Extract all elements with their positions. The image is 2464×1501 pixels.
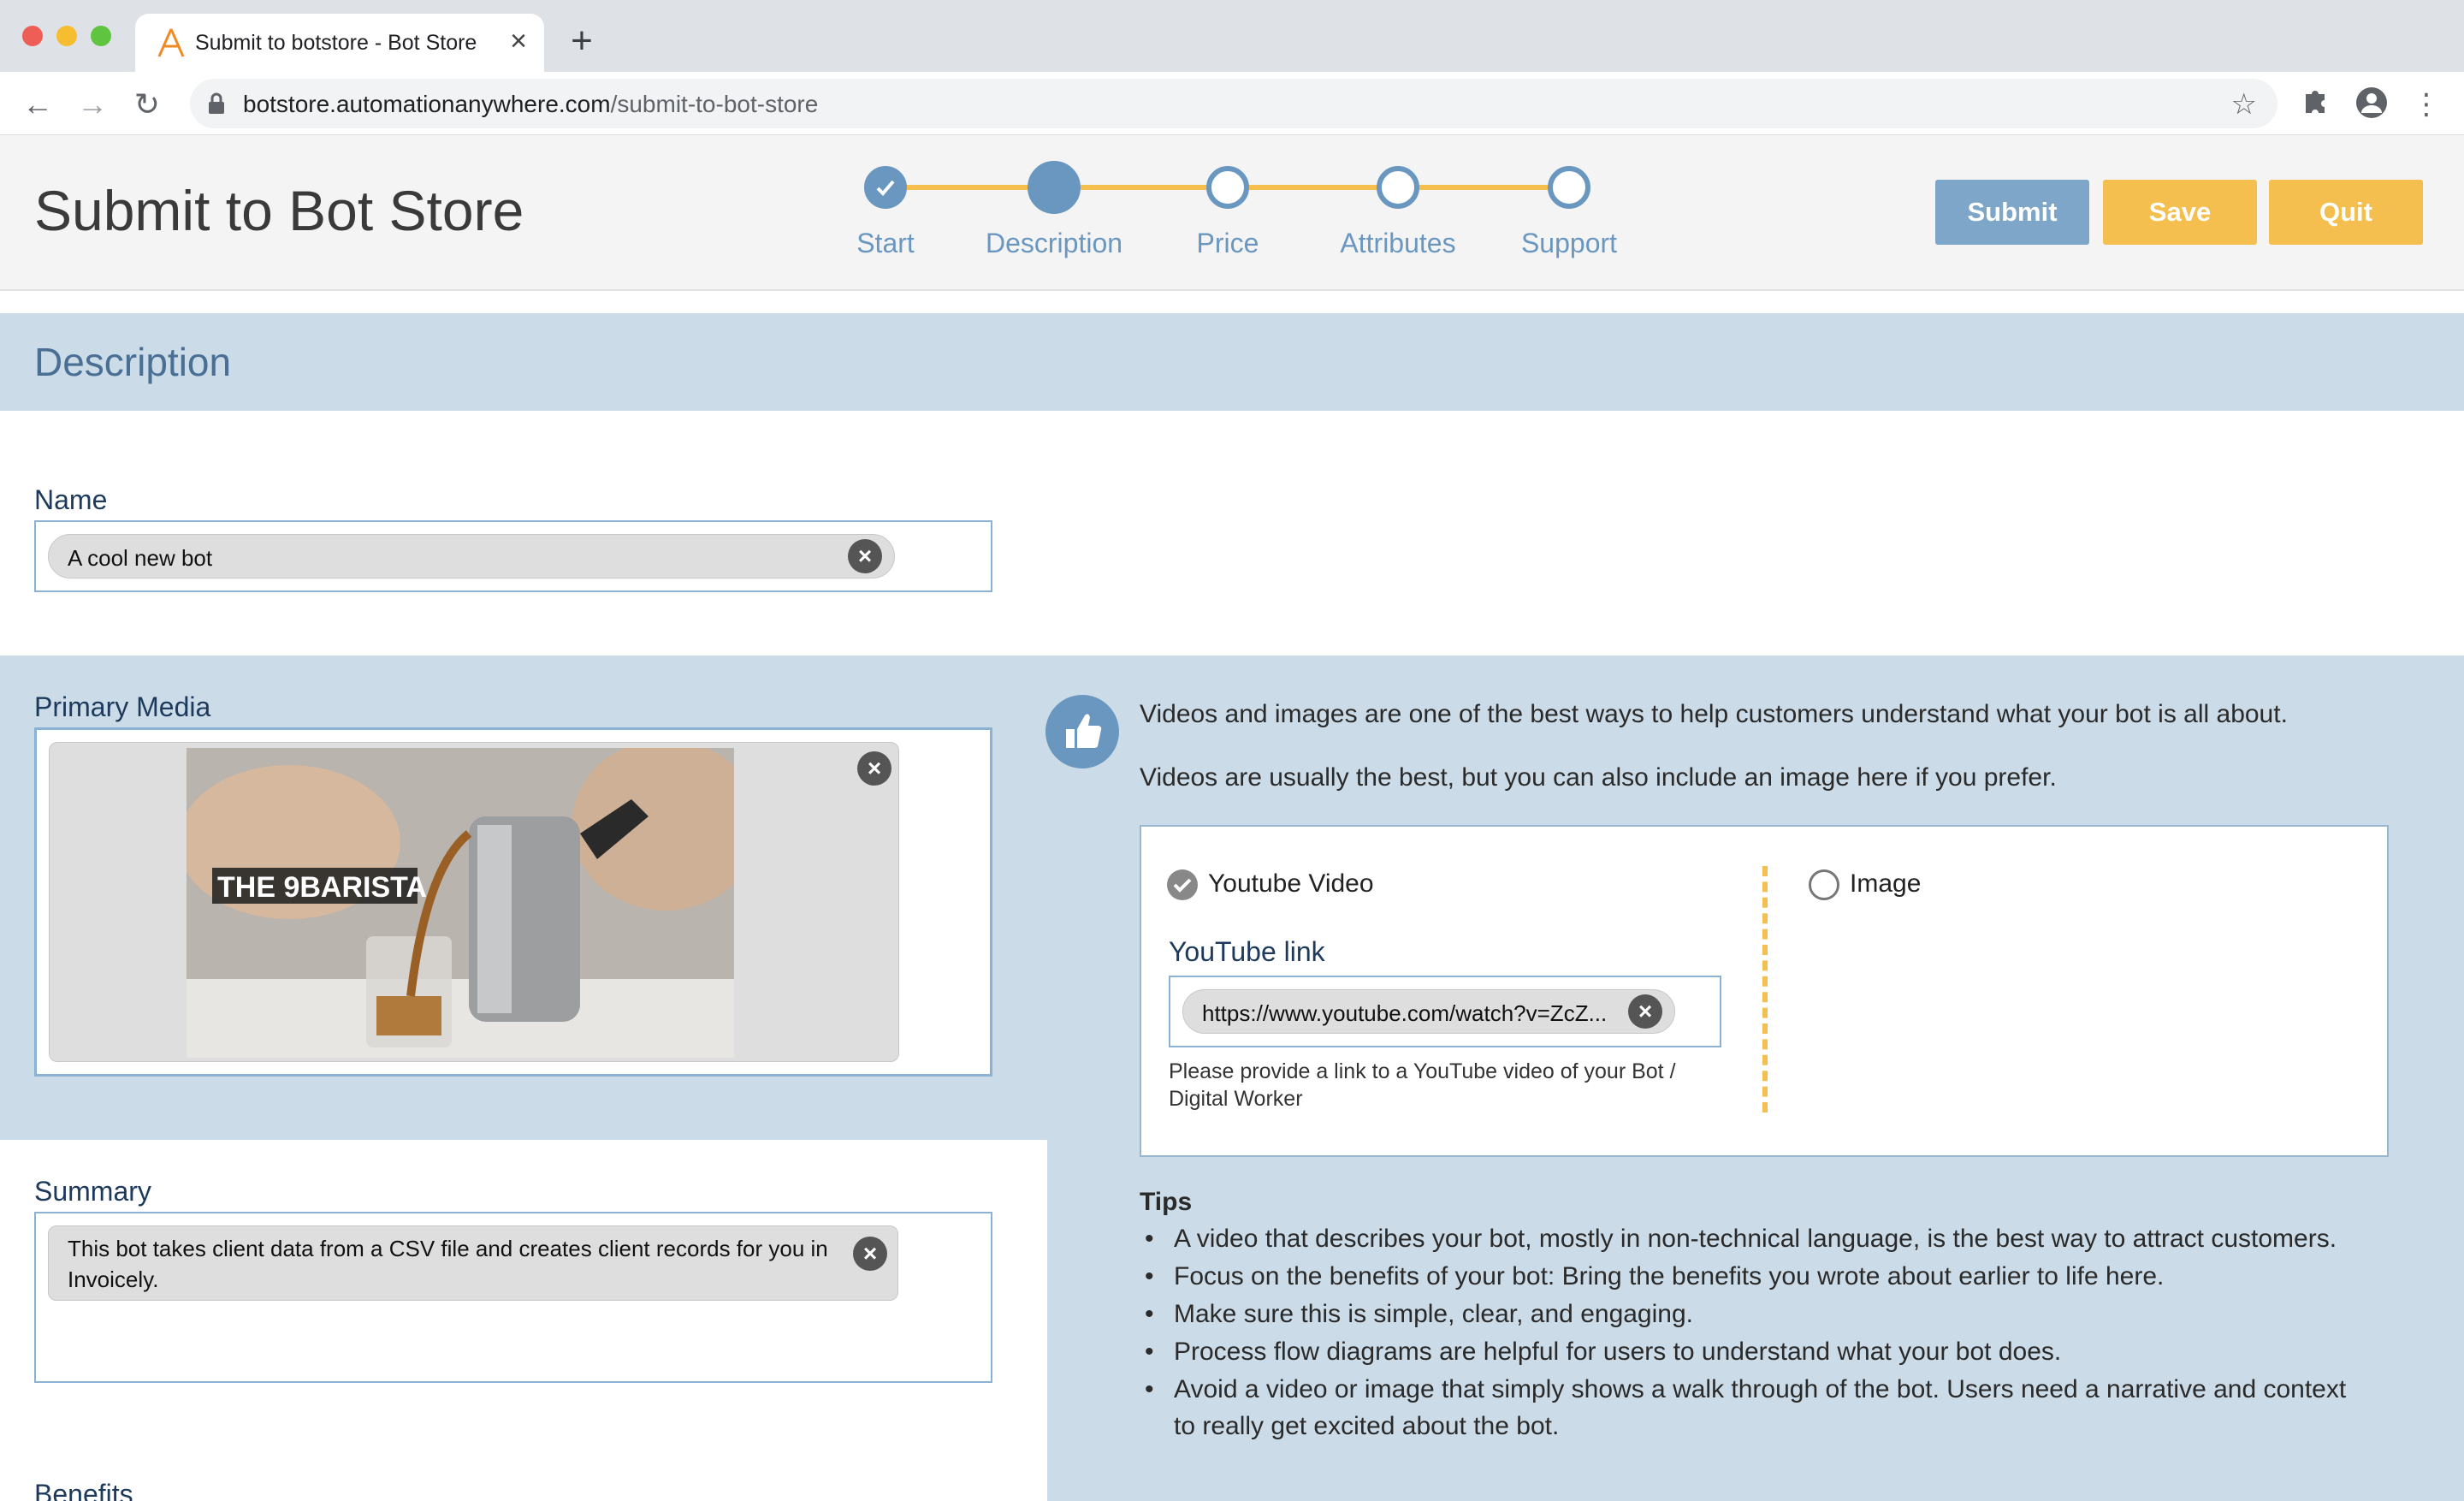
profile-avatar-icon[interactable] [2353, 86, 2390, 123]
tips-title: Tips [1140, 1188, 1193, 1216]
clear-name-icon[interactable]: × [848, 539, 882, 573]
maximize-window-button[interactable] [91, 26, 111, 46]
summary-label: Summary [34, 1176, 151, 1207]
tips-list: A video that describes your bot, mostly … [1140, 1220, 2440, 1409]
address-bar[interactable]: botstore.automationanywhere.com/submit-t… [190, 79, 2277, 128]
summary-value-line1: This bot takes client data from a CSV fi… [68, 1236, 828, 1261]
media-help-line2: Videos are usually the best, but you can… [1140, 763, 2057, 792]
summary-value-chip[interactable]: This bot takes client data from a CSV fi… [48, 1225, 898, 1301]
extensions-puzzle-icon[interactable] [2296, 86, 2334, 123]
youtube-link-hint-line2: Digital Worker [1169, 1087, 1303, 1111]
name-field: A cool new bot × [34, 520, 992, 592]
step-support-indicator[interactable] [1548, 166, 1590, 209]
tip-item: Focus on the benefits of your bot: Bring… [1140, 1258, 2440, 1296]
option-divider [1762, 866, 1768, 1112]
submit-button[interactable]: Submit [1935, 180, 2089, 245]
browser-toolbar: ← → ↻ botstore.automationanywhere.com/su… [0, 72, 2464, 135]
tip-item: Process flow diagrams are helpful for us… [1140, 1333, 2440, 1371]
clear-youtube-link-icon[interactable]: × [1628, 994, 1662, 1029]
media-type-panel: Youtube Video YouTube link https://www.y… [1140, 825, 2389, 1157]
step-attributes-indicator[interactable] [1377, 166, 1419, 209]
remove-media-icon[interactable]: × [857, 751, 891, 786]
step-label-description[interactable]: Description [986, 228, 1122, 259]
save-button[interactable]: Save [2103, 180, 2257, 245]
tip-item: Avoid a video or image that simply shows… [1140, 1371, 2440, 1409]
section-header: Description [0, 313, 2464, 411]
close-window-button[interactable] [22, 26, 43, 46]
thumbs-up-icon [1045, 695, 1119, 768]
page-title: Submit to Bot Store [34, 179, 524, 242]
step-label-attributes[interactable]: Attributes [1340, 228, 1455, 259]
youtube-video-option-label[interactable]: Youtube Video [1208, 869, 1374, 899]
quit-button[interactable]: Quit [2269, 180, 2423, 245]
tip-item: Make sure this is simple, clear, and eng… [1140, 1296, 2440, 1333]
back-arrow-icon[interactable]: ← [19, 86, 56, 123]
step-price-indicator[interactable] [1206, 166, 1249, 209]
tab-close-icon[interactable]: × [503, 26, 534, 56]
youtube-link-value: https://www.youtube.com/watch?v=ZcZ... [1202, 1000, 1608, 1026]
summary-value-line2: Invoicely. [68, 1267, 159, 1292]
forward-arrow-icon[interactable]: → [74, 86, 111, 123]
clear-summary-icon[interactable]: × [853, 1237, 887, 1271]
youtube-link-label: YouTube link [1169, 936, 1325, 967]
new-tab-icon[interactable]: + [565, 22, 599, 60]
primary-media-field: THE 9BARISTA × [34, 727, 992, 1077]
youtube-link-chip[interactable]: https://www.youtube.com/watch?v=ZcZ... × [1182, 989, 1675, 1034]
media-preview-card: THE 9BARISTA × [49, 742, 899, 1062]
step-label-price[interactable]: Price [1197, 228, 1259, 259]
youtube-link-field: https://www.youtube.com/watch?v=ZcZ... × [1169, 976, 1721, 1047]
url-text: botstore.automationanywhere.com/submit-t… [243, 91, 819, 117]
step-description-indicator[interactable] [1028, 161, 1081, 214]
tip-item: A video that describes your bot, mostly … [1140, 1220, 2440, 1258]
bookmark-star-icon[interactable]: ☆ [2231, 87, 2257, 122]
image-option-label[interactable]: Image [1850, 869, 1921, 899]
youtube-link-hint-line1: Please provide a link to a YouTube video… [1169, 1059, 1676, 1083]
browser-tab[interactable]: Submit to botstore - Bot Store × [135, 14, 544, 72]
video-thumbnail-caption: THE 9BARISTA [217, 871, 427, 904]
automation-anywhere-favicon-icon [157, 28, 185, 57]
tab-title: Submit to botstore - Bot Store [195, 31, 477, 55]
primary-media-label: Primary Media [34, 691, 211, 722]
name-value: A cool new bot [68, 545, 213, 571]
section-title: Description [34, 340, 232, 384]
summary-field: This bot takes client data from a CSV fi… [34, 1212, 992, 1383]
youtube-video-radio[interactable] [1167, 869, 1198, 900]
image-radio[interactable] [1809, 869, 1839, 900]
step-start-check-icon[interactable] [864, 166, 907, 209]
tip-item-continuation: to really get excited about the bot. [1174, 1412, 1560, 1440]
name-value-chip[interactable]: A cool new bot × [48, 534, 895, 578]
app-header: Submit to Bot Store Start Description Pr… [0, 135, 2464, 291]
browser-menu-icon[interactable]: ⋮ [2408, 86, 2445, 123]
lock-icon [209, 92, 224, 114]
minimize-window-button[interactable] [56, 26, 77, 46]
benefits-label: Benefits [34, 1479, 133, 1501]
step-label-start[interactable]: Start [856, 228, 915, 259]
progress-stepper: Start Description Price Attributes Suppo… [821, 135, 1694, 291]
name-label: Name [34, 484, 108, 515]
step-label-support[interactable]: Support [1521, 228, 1617, 259]
media-help-line1: Videos and images are one of the best wa… [1140, 700, 2288, 728]
reload-icon[interactable]: ↻ [128, 86, 166, 123]
browser-tab-bar: Submit to botstore - Bot Store × + [0, 0, 2464, 72]
